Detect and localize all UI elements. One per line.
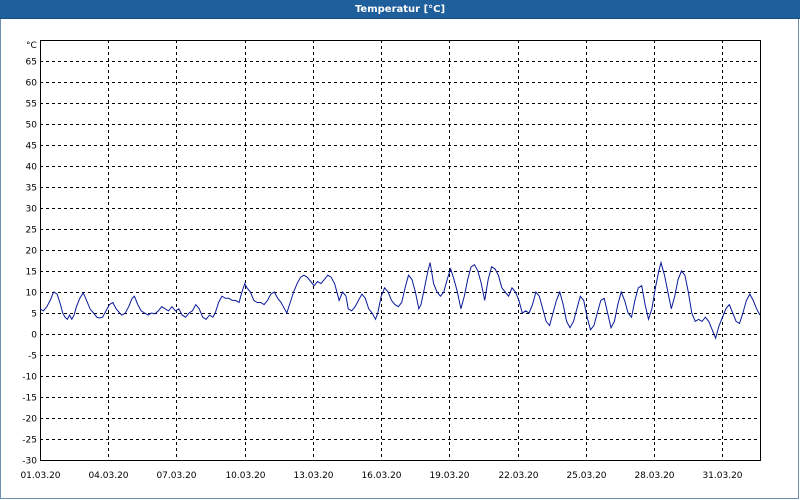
y-tick-label: 30: [26, 205, 38, 215]
y-tick-label: 55: [26, 100, 37, 110]
y-tick-label: 45: [26, 142, 37, 152]
y-tick-label: -5: [28, 352, 37, 362]
y-tick-label: 5: [31, 310, 37, 320]
y-tick-label: 40: [26, 163, 38, 173]
y-tick-label: 35: [26, 184, 37, 194]
x-tick-label: 19.03.20: [429, 471, 469, 481]
x-tick-label: 31.03.20: [702, 471, 742, 481]
temperature-series-line: [39, 260, 761, 340]
y-tick-label: 50: [26, 121, 38, 131]
x-tick-label: 04.03.20: [88, 471, 128, 481]
x-tick-label: 25.03.20: [566, 471, 606, 481]
x-tick-label: 22.03.20: [498, 471, 538, 481]
y-tick-label: 15: [26, 268, 37, 278]
y-axis-ticks: -30 -25 -20 -15 -10 -5 0 5 10 15 20 25 30 35 40 45 50 55 6…: [22, 58, 37, 467]
y-tick-label: -30: [22, 457, 37, 467]
x-tick-label: 01.03.20: [20, 471, 60, 481]
y-tick-label: -20: [22, 415, 37, 425]
grid-lines: [40, 40, 760, 460]
x-tick-label: 07.03.20: [156, 471, 196, 481]
y-tick-label: 25: [26, 226, 37, 236]
y-axis-unit-label: °C: [26, 41, 37, 51]
x-tick-label: 13.03.20: [293, 471, 333, 481]
series-group: [39, 260, 761, 340]
temperature-chart: -30 -25 -20 -15 -10 -5 0 5 10 15 20 25 30 35 40 45 50 55 6…: [20, 40, 761, 481]
y-tick-label: -25: [22, 436, 37, 446]
y-tick-label: 0: [31, 331, 37, 341]
y-tick-label: -15: [22, 394, 37, 404]
x-tick-label: 28.03.20: [634, 471, 674, 481]
y-tick-label: 65: [26, 58, 37, 68]
x-axis-ticks: 01.03.20 04.03.20 07.03.20 10.03.20 13.03.20…: [20, 471, 742, 481]
x-tick-label: 16.03.20: [361, 471, 401, 481]
x-tick-label: 10.03.20: [225, 471, 265, 481]
y-tick-label: 60: [26, 79, 38, 89]
y-tick-label: 10: [26, 289, 38, 299]
y-tick-label: 20: [26, 247, 38, 257]
y-tick-label: -10: [22, 373, 37, 383]
